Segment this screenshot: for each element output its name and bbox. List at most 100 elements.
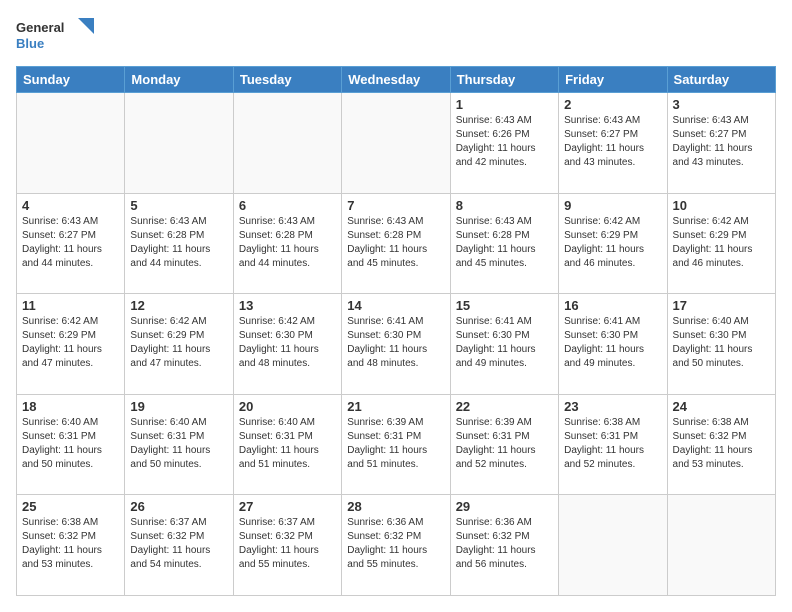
calendar-cell: 27 Sunrise: 6:37 AMSunset: 6:32 PMDayligh… [233,495,341,596]
svg-text:Blue: Blue [16,36,44,51]
calendar-cell: 26Sunrise: 6:37 AMSunset: 6:32 PMDayligh… [125,495,233,596]
day-info: Sunrise: 6:42 AMSunset: 6:29 PMDaylight:… [673,215,770,271]
day-info: Sunrise: 6:39 AMSunset: 6:31 PMDaylight:… [347,416,444,472]
day-number: 18 [22,399,119,414]
day-number: 16 [564,298,661,313]
day-info: Sunrise: 6:38 AMSunset: 6:31 PMDaylight:… [564,416,661,472]
calendar-cell [559,495,667,596]
calendar-cell: 19 Sunrise: 6:40 AMSunset: 6:31 PMDayligh… [125,394,233,495]
calendar-cell [667,495,775,596]
day-number: 5 [130,198,227,213]
calendar-cell: 7 Sunrise: 6:43 AMSunset: 6:28 PMDaylight… [342,193,450,294]
day-number: 27 [239,499,336,514]
day-number: 19 [130,399,227,414]
day-info: Sunrise: 6:40 AMSunset: 6:31 PMDaylight:… [130,416,227,472]
day-number: 15 [456,298,553,313]
day-info: Sunrise: 6:43 AMSunset: 6:28 PMDaylight:… [239,215,336,271]
calendar-cell: 13 Sunrise: 6:42 AMSunset: 6:30 PMDayligh… [233,294,341,395]
calendar-cell: 16 Sunrise: 6:41 AMSunset: 6:30 PMDayligh… [559,294,667,395]
day-number: 4 [22,198,119,213]
weekday-header-row: SundayMondayTuesdayWednesdayThursdayFrid… [17,67,776,93]
day-info: Sunrise: 6:43 AMSunset: 6:27 PMDaylight:… [673,114,770,170]
calendar-cell: 10Sunrise: 6:42 AMSunset: 6:29 PMDayligh… [667,193,775,294]
day-info: Sunrise: 6:42 AMSunset: 6:29 PMDaylight:… [22,315,119,371]
calendar-cell: 1 Sunrise: 6:43 AMSunset: 6:26 PMDaylight… [450,93,558,194]
day-number: 9 [564,198,661,213]
weekday-header-saturday: Saturday [667,67,775,93]
day-number: 3 [673,97,770,112]
day-info: Sunrise: 6:37 AMSunset: 6:32 PMDaylight:… [239,516,336,572]
day-info: Sunrise: 6:36 AMSunset: 6:32 PMDaylight:… [347,516,444,572]
calendar-cell: 20 Sunrise: 6:40 AMSunset: 6:31 PMDayligh… [233,394,341,495]
calendar-cell [233,93,341,194]
day-number: 12 [130,298,227,313]
calendar-cell: 9 Sunrise: 6:42 AMSunset: 6:29 PMDaylight… [559,193,667,294]
weekday-header-wednesday: Wednesday [342,67,450,93]
day-info: Sunrise: 6:43 AMSunset: 6:27 PMDaylight:… [564,114,661,170]
day-number: 6 [239,198,336,213]
calendar-cell: 24 Sunrise: 6:38 AMSunset: 6:32 PMDayligh… [667,394,775,495]
day-info: Sunrise: 6:37 AMSunset: 6:32 PMDaylight:… [130,516,227,572]
calendar-cell: 23 Sunrise: 6:38 AMSunset: 6:31 PMDayligh… [559,394,667,495]
calendar-cell [125,93,233,194]
calendar-cell [342,93,450,194]
calendar-cell: 29 Sunrise: 6:36 AMSunset: 6:32 PMDayligh… [450,495,558,596]
calendar-cell: 12 Sunrise: 6:42 AMSunset: 6:29 PMDayligh… [125,294,233,395]
day-number: 1 [456,97,553,112]
day-info: Sunrise: 6:43 AMSunset: 6:28 PMDaylight:… [347,215,444,271]
day-number: 28 [347,499,444,514]
calendar-cell: 8 Sunrise: 6:43 AMSunset: 6:28 PMDaylight… [450,193,558,294]
day-info: Sunrise: 6:39 AMSunset: 6:31 PMDaylight:… [456,416,553,472]
weekday-header-tuesday: Tuesday [233,67,341,93]
day-info: Sunrise: 6:42 AMSunset: 6:30 PMDaylight:… [239,315,336,371]
page: General Blue SundayMondayTuesdayWednesda… [0,0,792,612]
calendar-cell: 14Sunrise: 6:41 AMSunset: 6:30 PMDayligh… [342,294,450,395]
calendar-cell: 17 Sunrise: 6:40 AMSunset: 6:30 PMDayligh… [667,294,775,395]
calendar-cell: 21 Sunrise: 6:39 AMSunset: 6:31 PMDayligh… [342,394,450,495]
calendar-cell: 28 Sunrise: 6:36 AMSunset: 6:32 PMDayligh… [342,495,450,596]
day-info: Sunrise: 6:43 AMSunset: 6:28 PMDaylight:… [456,215,553,271]
day-number: 20 [239,399,336,414]
day-info: Sunrise: 6:41 AMSunset: 6:30 PMDaylight:… [564,315,661,371]
day-number: 21 [347,399,444,414]
day-number: 8 [456,198,553,213]
day-info: Sunrise: 6:42 AMSunset: 6:29 PMDaylight:… [130,315,227,371]
day-info: Sunrise: 6:38 AMSunset: 6:32 PMDaylight:… [22,516,119,572]
day-info: Sunrise: 6:43 AMSunset: 6:26 PMDaylight:… [456,114,553,170]
day-number: 2 [564,97,661,112]
header: General Blue [16,16,776,56]
calendar-cell: 18 Sunrise: 6:40 AMSunset: 6:31 PMDayligh… [17,394,125,495]
weekday-header-friday: Friday [559,67,667,93]
week-row-4: 25Sunrise: 6:38 AMSunset: 6:32 PMDayligh… [17,495,776,596]
calendar-cell: 3 Sunrise: 6:43 AMSunset: 6:27 PMDaylight… [667,93,775,194]
weekday-header-thursday: Thursday [450,67,558,93]
day-info: Sunrise: 6:40 AMSunset: 6:31 PMDaylight:… [22,416,119,472]
day-number: 23 [564,399,661,414]
calendar-cell: 2 Sunrise: 6:43 AMSunset: 6:27 PMDaylight… [559,93,667,194]
day-number: 17 [673,298,770,313]
day-number: 29 [456,499,553,514]
calendar-cell: 4Sunrise: 6:43 AMSunset: 6:27 PMDaylight… [17,193,125,294]
weekday-header-monday: Monday [125,67,233,93]
day-info: Sunrise: 6:38 AMSunset: 6:32 PMDaylight:… [673,416,770,472]
day-info: Sunrise: 6:40 AMSunset: 6:30 PMDaylight:… [673,315,770,371]
day-number: 24 [673,399,770,414]
calendar-cell: 22Sunrise: 6:39 AMSunset: 6:31 PMDayligh… [450,394,558,495]
week-row-3: 18 Sunrise: 6:40 AMSunset: 6:31 PMDayligh… [17,394,776,495]
logo-svg: General Blue [16,16,96,56]
calendar-table: SundayMondayTuesdayWednesdayThursdayFrid… [16,66,776,596]
day-number: 11 [22,298,119,313]
calendar-cell: 5 Sunrise: 6:43 AMSunset: 6:28 PMDaylight… [125,193,233,294]
day-number: 13 [239,298,336,313]
day-info: Sunrise: 6:41 AMSunset: 6:30 PMDaylight:… [456,315,553,371]
day-info: Sunrise: 6:36 AMSunset: 6:32 PMDaylight:… [456,516,553,572]
week-row-1: 4Sunrise: 6:43 AMSunset: 6:27 PMDaylight… [17,193,776,294]
week-row-0: 1 Sunrise: 6:43 AMSunset: 6:26 PMDaylight… [17,93,776,194]
day-info: Sunrise: 6:40 AMSunset: 6:31 PMDaylight:… [239,416,336,472]
calendar-cell [17,93,125,194]
day-info: Sunrise: 6:43 AMSunset: 6:28 PMDaylight:… [130,215,227,271]
calendar-cell: 25Sunrise: 6:38 AMSunset: 6:32 PMDayligh… [17,495,125,596]
day-number: 7 [347,198,444,213]
logo: General Blue [16,16,96,56]
day-info: Sunrise: 6:42 AMSunset: 6:29 PMDaylight:… [564,215,661,271]
